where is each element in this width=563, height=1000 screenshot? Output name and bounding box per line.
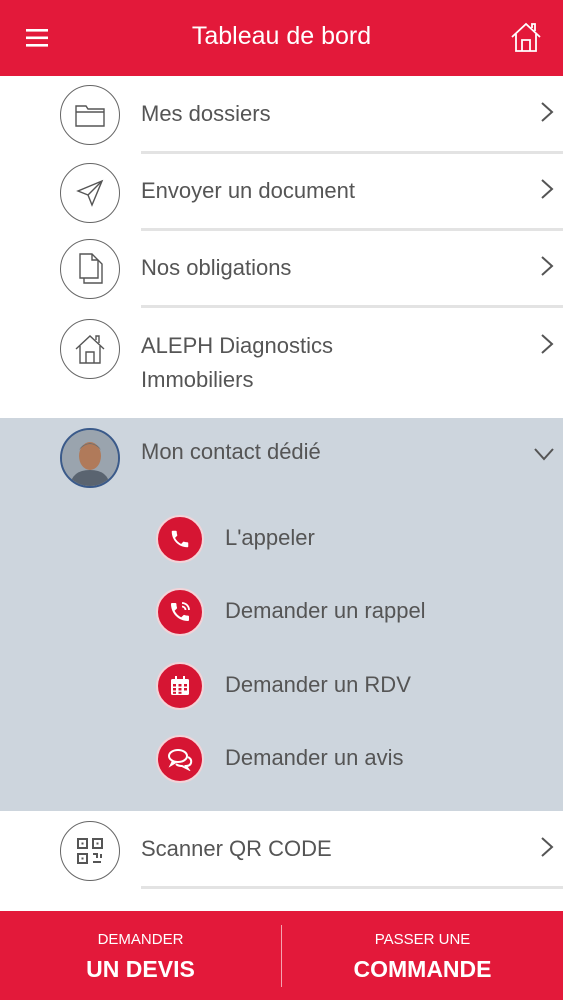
chevron-right-icon [541,334,554,354]
chevron-down-icon[interactable] [533,446,555,462]
divider [141,886,563,889]
phone-icon [156,515,204,563]
action-label: Demander un avis [225,745,404,770]
action-label: Demander un RDV [225,672,411,697]
request-quote-small: DEMANDER [97,931,184,948]
action-appointment[interactable]: Demander un RDV [156,662,556,712]
action-callback[interactable]: Demander un rappel [156,588,556,638]
qr-code-icon [60,821,120,881]
folder-icon [60,85,120,145]
contact-label: Mon contact dédié [141,439,321,464]
chevron-right-icon [541,256,554,276]
request-quote-big: UN DEVIS [86,956,195,982]
menu-item-label-line1: ALEPH Diagnostics [141,333,333,358]
request-quote-button[interactable]: DEMANDER UN DEVIS [0,911,281,1000]
menu-item-label-line2: Immobiliers [141,367,254,392]
menu-item-envoyer-document[interactable]: Envoyer un document [0,154,563,231]
menu-item-label: Mes dossiers [141,101,271,126]
chevron-right-icon [541,837,554,857]
action-label: L'appeler [225,525,315,550]
menu-item-mes-dossiers[interactable]: Mes dossiers [0,76,563,154]
menu-item-aleph-diagnostics[interactable]: ALEPH Diagnostics Immobiliers [0,308,563,418]
top-bar: Tableau de bord [0,0,563,76]
action-call[interactable]: L'appeler [156,515,556,565]
avatar [60,428,120,488]
menu-item-label: Nos obligations [141,255,292,280]
chat-icon [156,735,204,783]
chevron-right-icon [541,179,554,199]
menu-item-scanner-qr[interactable]: Scanner QR CODE [0,811,563,911]
place-order-small: PASSER UNE [374,931,471,948]
place-order-big: COMMANDE [353,956,492,982]
house-icon [60,319,120,379]
action-opinion[interactable]: Demander un avis [156,735,556,785]
home-icon[interactable] [509,20,543,54]
menu-item-nos-obligations[interactable]: Nos obligations [0,231,563,308]
page-title: Tableau de bord [191,22,372,50]
bottom-action-bar: DEMANDER UN DEVIS PASSER UNE COMMANDE [0,911,563,1000]
menu-item-label: Envoyer un document [141,178,356,203]
documents-icon [60,239,120,299]
callback-icon [156,588,204,636]
chevron-right-icon [541,102,554,122]
calendar-icon [156,662,204,710]
contact-panel: Mon contact dédié L'appeler Demander un … [0,418,563,811]
place-order-button[interactable]: PASSER UNE COMMANDE [282,911,563,1000]
menu-item-label: Scanner QR CODE [141,836,332,861]
send-icon [60,163,120,223]
action-label: Demander un rappel [225,598,426,623]
